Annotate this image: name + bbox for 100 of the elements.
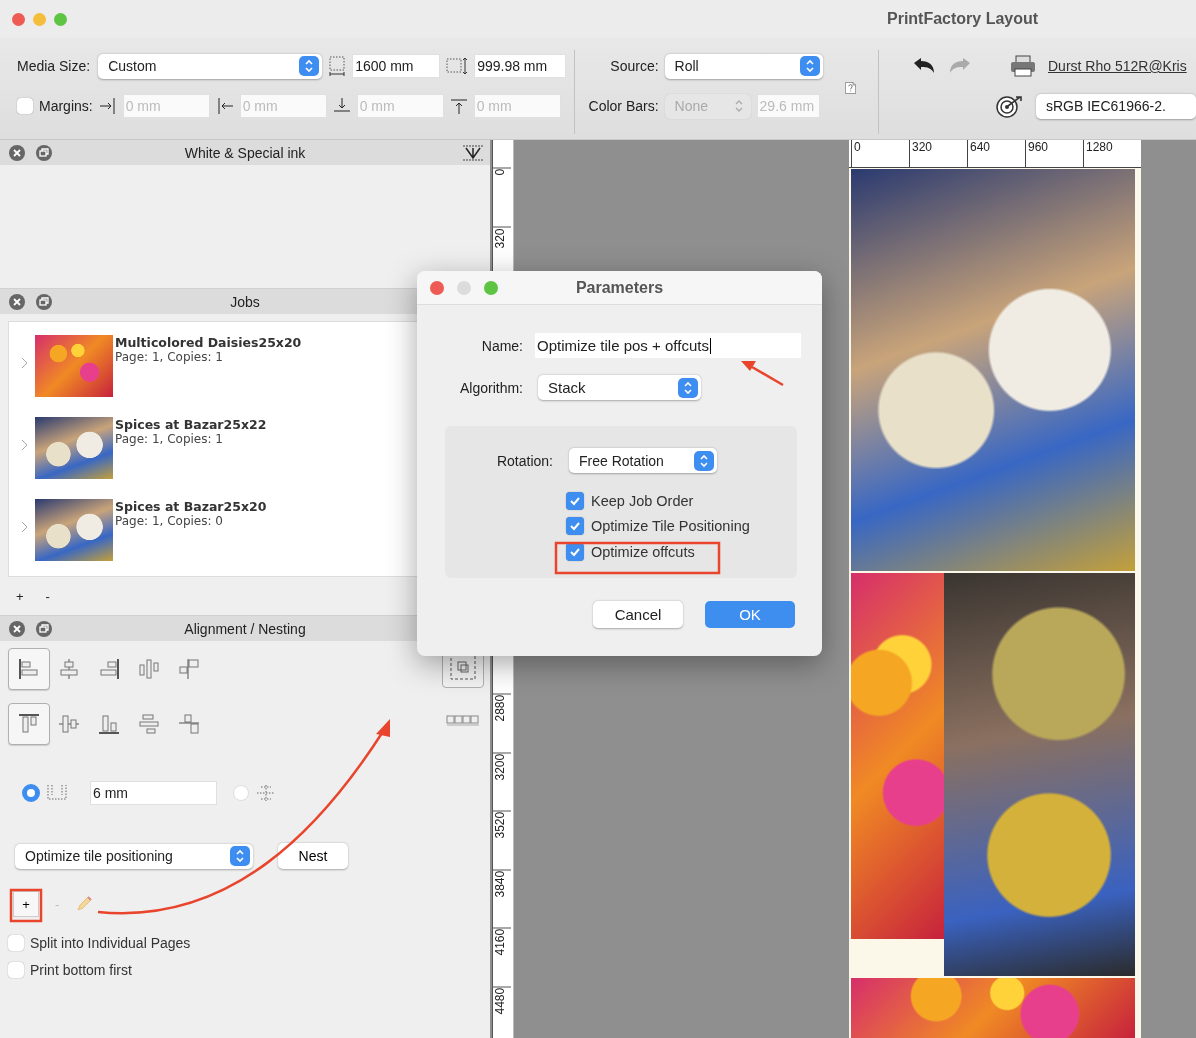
ruler-label: 3200: [493, 752, 511, 811]
ruler-label: 4480: [493, 986, 511, 1038]
nest-button[interactable]: Nest: [278, 843, 348, 869]
ruler-label: 2880: [493, 694, 511, 753]
margin-field[interactable]: 0 mm: [239, 94, 327, 118]
name-field[interactable]: Optimize tile pos + offcuts: [535, 333, 801, 358]
color-profile-select[interactable]: sRGB IEC61966-2.: [1036, 93, 1196, 119]
panel-title: White & Special ink: [184, 144, 306, 161]
job-name: Multicolored Daisies25x20: [115, 335, 302, 350]
ruler-label: 3520: [493, 811, 511, 870]
stepper-icon: [299, 56, 320, 76]
ruler-label: 0: [493, 168, 511, 227]
ruler-label: 3840: [493, 869, 511, 928]
job-name: Spices at Bazar25x20: [115, 499, 267, 514]
stepper-icon: [799, 56, 820, 76]
rotation-select[interactable]: Free Rotation: [569, 448, 717, 473]
zoom-button[interactable]: [484, 280, 498, 295]
media-size-select[interactable]: Custom: [98, 53, 323, 79]
alignment-icon: [57, 712, 81, 736]
remove-job-button[interactable]: -: [45, 588, 50, 604]
dock-icon[interactable]: [462, 144, 484, 162]
undo-icon[interactable]: [912, 57, 936, 75]
ruler-label: 640: [967, 140, 1025, 167]
chevron-icon[interactable]: [21, 439, 29, 451]
stepper-icon: [694, 450, 714, 471]
color-bars-label: Color Bars:: [587, 98, 659, 114]
close-button[interactable]: [430, 280, 444, 295]
alignment-icon: [17, 657, 41, 681]
chevron-icon[interactable]: [21, 521, 29, 533]
detach-panel-icon[interactable]: [35, 619, 53, 638]
dialog-title: Parameters: [575, 278, 664, 297]
margin-icon: [449, 97, 468, 115]
width-field[interactable]: 1600 mm: [352, 54, 441, 78]
detach-panel-icon[interactable]: [35, 143, 53, 162]
margin-field[interactable]: 0 mm: [473, 94, 561, 118]
ruler-label: 320: [909, 140, 967, 167]
ruler-label: 1280: [1083, 140, 1141, 167]
option-label: Optimize offcuts: [591, 543, 695, 560]
rotation-label: Rotation:: [495, 452, 553, 469]
overlap-icon: [449, 653, 477, 681]
margin-icon: [332, 97, 351, 115]
zoom-button[interactable]: [54, 12, 67, 26]
window-title: PrintFactory Layout: [887, 10, 1039, 28]
alignment-icon: [177, 657, 201, 681]
chevron-icon: [733, 99, 744, 113]
printer-link[interactable]: Durst Rho 512R@Kris: [1048, 58, 1187, 74]
tiles-icon[interactable]: [446, 714, 480, 726]
close-button[interactable]: [12, 12, 25, 26]
width-icon: [328, 56, 347, 76]
add-preset-button[interactable]: +: [13, 891, 39, 917]
margins-checkbox[interactable]: [17, 98, 33, 114]
alignment-button[interactable]: [8, 703, 50, 745]
job-details: Page: 1, Copies: 1: [115, 432, 224, 446]
job-details: Page: 1, Copies: 0: [115, 514, 224, 528]
height-icon: [446, 57, 469, 75]
stepper-icon: [230, 846, 250, 866]
spacing-field[interactable]: 6 mm: [90, 781, 217, 805]
spacing-radio[interactable]: [22, 784, 40, 802]
option-checkbox[interactable]: [8, 934, 24, 951]
option-checkbox[interactable]: [8, 961, 24, 978]
margin-field[interactable]: 0 mm: [122, 94, 210, 118]
source-select[interactable]: Roll: [664, 53, 823, 79]
margins-label: Margins:: [39, 98, 93, 114]
close-panel-icon[interactable]: [8, 292, 26, 311]
panel-title: Jobs: [230, 293, 260, 310]
stepper-icon: [678, 377, 698, 398]
source-label: Source:: [609, 58, 659, 74]
cancel-button[interactable]: Cancel: [593, 601, 683, 628]
option-checkbox[interactable]: [566, 517, 584, 536]
close-panel-icon[interactable]: [8, 143, 26, 162]
name-label: Name:: [480, 337, 523, 354]
ruler-label: 960: [1025, 140, 1083, 167]
option-label: Keep Job Order: [591, 492, 694, 509]
alignment-icon: [137, 712, 161, 736]
printer-icon: [1010, 55, 1036, 77]
job-name: Spices at Bazar25x22: [115, 417, 267, 432]
media-size-label: Media Size:: [17, 58, 91, 74]
algorithm-select[interactable]: Stack: [538, 375, 701, 400]
job-details: Page: 1, Copies: 1: [115, 350, 224, 364]
add-job-button[interactable]: +: [16, 588, 24, 604]
spacing-icon: [46, 783, 68, 803]
alignment-icon: [137, 657, 161, 681]
pencil-icon[interactable]: [75, 895, 94, 913]
alignment-button[interactable]: [8, 648, 50, 690]
margin-icon: [215, 97, 234, 115]
margin-field[interactable]: 0 mm: [356, 94, 444, 118]
margin-icon: [98, 97, 117, 115]
height-field[interactable]: 999.98 mm: [474, 54, 567, 78]
option-checkbox[interactable]: [566, 491, 584, 510]
algorithm-label: Algorithm:: [458, 379, 523, 396]
minimize-button[interactable]: [33, 12, 46, 26]
detach-panel-icon[interactable]: [35, 292, 53, 311]
close-panel-icon[interactable]: [8, 619, 26, 638]
nesting-mode-select[interactable]: Optimize tile positioning: [15, 843, 253, 869]
target-icon: [996, 94, 1024, 118]
alignment-icon: [177, 712, 201, 736]
option-label: Optimize Tile Positioning: [591, 518, 750, 535]
annotation-arrow: [741, 361, 784, 387]
option-label: Print bottom first: [30, 961, 132, 978]
chevron-icon[interactable]: [21, 357, 29, 369]
